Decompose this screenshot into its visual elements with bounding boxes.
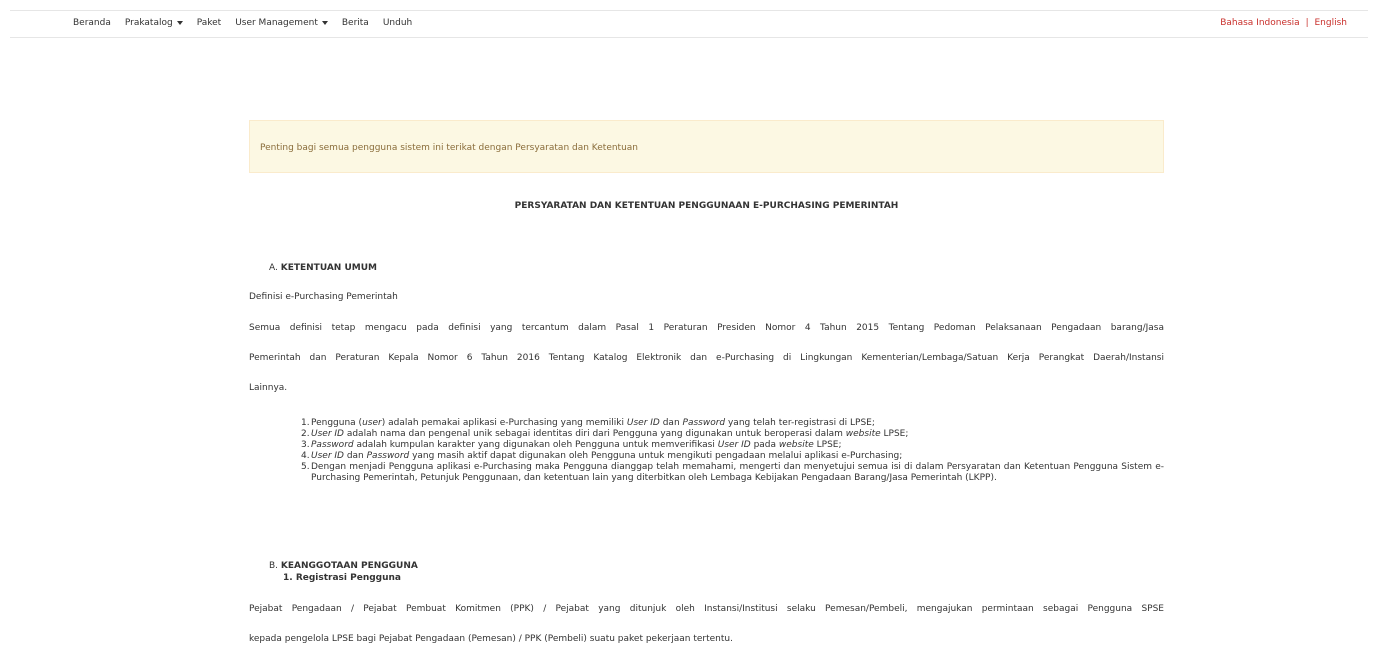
definition-item: 1. Pengguna (user) adalah pemakai aplikas… — [301, 418, 1164, 429]
definition-term: User ID — [717, 440, 751, 450]
definition-line: Pemerintah dan Peraturan Kepala Nomor 6 … — [249, 353, 1164, 363]
definition-text: LPSE; — [813, 440, 842, 450]
definition-text: ) adalah pemakai aplikasi e-Purchasing y… — [381, 418, 627, 428]
registration-subheading: 1. Registrasi Pengguna — [283, 573, 402, 583]
definition-number: 5. — [301, 462, 310, 472]
lang-indonesia-link[interactable]: Bahasa Indonesia — [1220, 18, 1300, 28]
section-b-prefix: B. — [269, 561, 279, 571]
lang-english-link[interactable]: English — [1315, 18, 1348, 28]
definition-text: yang telah ter-registrasi di LPSE; — [725, 418, 875, 428]
section-b-title: KEANGGOTAAN PENGGUNA — [280, 561, 418, 571]
registration-paragraph: Pejabat Pengadaan / Pejabat Pembuat Komi… — [249, 594, 1164, 654]
nav-item-unduh[interactable]: Unduh — [383, 18, 412, 28]
caret-down-icon — [176, 21, 183, 25]
caret-down-icon — [321, 21, 328, 25]
definition-term: website — [845, 429, 881, 439]
definition-text: dan — [659, 418, 683, 428]
definition-term: User ID — [311, 429, 344, 439]
section-b-heading: B. KEANGGOTAAN PENGGUNA — [269, 561, 418, 571]
nav-item-label: User Management — [235, 18, 318, 28]
nav-item-label: Beranda — [73, 18, 111, 28]
nav-item-beranda[interactable]: Beranda — [73, 18, 111, 28]
definition-number: 3. — [301, 440, 310, 450]
definition-term: Password — [311, 440, 354, 450]
definition-item: 3. Password adalah kumpulan karakter yang… — [301, 440, 1164, 451]
section-a-heading: A. KETENTUAN UMUM — [269, 263, 377, 273]
definition-text: LPSE; — [880, 429, 909, 439]
definition-text: yang masih aktif dapat digunakan oleh Pe… — [409, 451, 903, 461]
section-a-title: KETENTUAN UMUM — [280, 263, 378, 273]
definition-line: Lainnya. — [249, 383, 288, 393]
nav-item-berita[interactable]: Berita — [342, 18, 369, 28]
definition-text: Dengan menjadi Pengguna aplikasi e-Purch… — [311, 462, 1164, 483]
definition-term: user — [362, 418, 382, 428]
definition-number: 2. — [301, 429, 310, 439]
definition-term: website — [778, 440, 814, 450]
registration-line: kepada pengelola LPSE bagi Pejabat Penga… — [249, 634, 733, 644]
definition-line: Semua definisi tetap mengacu pada defini… — [249, 323, 1164, 333]
section-a-prefix: A. — [269, 263, 278, 273]
page-title: PERSYARATAN DAN KETENTUAN PENGGUNAAN E-P… — [514, 201, 899, 211]
definition-term: User ID — [311, 451, 344, 461]
definition-paragraph: Semua definisi tetap mengacu pada defini… — [249, 313, 1164, 403]
definition-text: dan — [343, 451, 367, 461]
lang-separator: | — [1305, 18, 1309, 28]
nav-item-user-management[interactable]: User Management — [235, 18, 328, 28]
nav-menu: Beranda Prakatalog Paket User Management… — [73, 18, 426, 28]
registration-line: Pejabat Pengadaan / Pejabat Pembuat Komi… — [249, 604, 1164, 614]
nav-item-prakatalog[interactable]: Prakatalog — [125, 18, 183, 28]
nav-item-label: Berita — [341, 18, 369, 28]
terms-alert: Penting bagi semua pengguna sistem ini t… — [249, 120, 1164, 173]
definition-term: Password — [366, 451, 410, 461]
nav-item-paket[interactable]: Paket — [197, 18, 222, 28]
definition-number: 1. — [301, 418, 310, 428]
definitions-list: 1. Pengguna (user) adalah pemakai aplikas… — [301, 418, 1164, 484]
definition-number: 4. — [301, 451, 310, 461]
nav-item-label: Paket — [196, 18, 222, 28]
definition-item: 5. Dengan menjadi Pengguna aplikasi e-Pur… — [301, 462, 1164, 484]
definition-term: Password — [682, 418, 726, 428]
definition-text: pada — [750, 440, 779, 450]
definition-text: adalah kumpulan karakter yang digunakan … — [353, 440, 718, 450]
nav-item-label: Unduh — [382, 18, 413, 28]
navbar: Beranda Prakatalog Paket User Management… — [10, 11, 1368, 38]
definition-item: 4. User ID dan Password yang masih aktif … — [301, 451, 1164, 462]
definition-text: Pengguna ( — [311, 418, 363, 428]
definition-text: adalah nama dan pengenal unik sebagai id… — [343, 429, 846, 439]
definition-item: 2. User ID adalah nama dan pengenal unik … — [301, 429, 1164, 440]
language-switcher: Bahasa Indonesia | English — [1220, 18, 1347, 28]
alert-text: Penting bagi semua pengguna sistem ini t… — [260, 143, 639, 153]
definition-term: User ID — [626, 418, 660, 428]
definition-title: Definisi e-Purchasing Pemerintah — [249, 292, 398, 302]
nav-item-label: Prakatalog — [124, 18, 173, 28]
